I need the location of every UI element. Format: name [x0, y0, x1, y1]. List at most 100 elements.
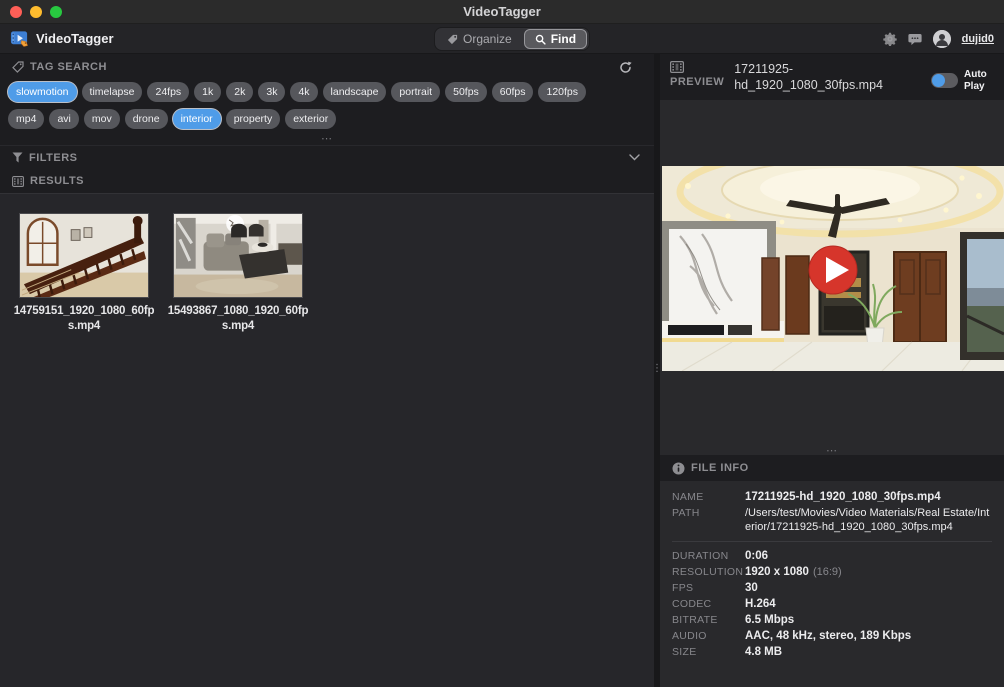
preview-filename: 17211925-hd_1920_1080_30fps.mp4 — [734, 61, 921, 100]
tag-icon — [12, 61, 24, 73]
tag-pill[interactable]: 60fps — [492, 82, 534, 102]
file-info-label: DURATION — [672, 549, 745, 564]
tag-pill[interactable]: 2k — [226, 82, 253, 102]
settings-gear-icon[interactable] — [883, 32, 897, 46]
file-info-row: BITRATE 6.5 Mbps — [672, 613, 994, 628]
organize-label: Organize — [463, 32, 512, 46]
tag-search-header: TAG SEARCH — [0, 54, 654, 80]
file-info-label: PATH — [672, 506, 745, 534]
find-tab[interactable]: Find — [524, 29, 587, 49]
file-info-value: 30 — [745, 581, 758, 596]
tag-pill[interactable]: exterior — [285, 109, 336, 129]
zoom-window-button[interactable] — [50, 6, 62, 18]
tag-pill[interactable]: avi — [49, 109, 78, 129]
tag-pill[interactable]: 120fps — [538, 82, 586, 102]
header-actions: dujid0 — [883, 24, 994, 54]
preview-title-block: PREVIEW — [670, 61, 724, 100]
tag-pill[interactable]: property — [226, 109, 281, 129]
tag-row-2: mp4avimovdroneinteriorpropertyexterior — [8, 109, 646, 129]
file-info-body: NAME 17211925-hd_1920_1080_30fps.mp4 PAT… — [660, 481, 1004, 687]
file-info-label: AUDIO — [672, 629, 745, 644]
app-window: VideoTagger VideoTagger Or — [0, 0, 1004, 687]
app-name: VideoTagger — [36, 31, 114, 46]
tag-pill[interactable]: drone — [125, 109, 168, 129]
autoplay-control: Auto Play — [931, 61, 994, 100]
app-logo-icon — [10, 29, 29, 48]
tag-pill[interactable]: mp4 — [8, 109, 44, 129]
file-info-title: FILE INFO — [691, 462, 749, 474]
file-info-header: FILE INFO — [660, 455, 1004, 481]
file-info-value: AAC, 48 kHz, stereo, 189 Kbps — [745, 629, 911, 644]
file-info-label: NAME — [672, 490, 745, 505]
file-info-value: H.264 — [745, 597, 776, 612]
left-panel: TAG SEARCH slowmotiontimelapse24fps1k2k3… — [0, 54, 654, 687]
preview-section-resize-handle[interactable]: ⋯ — [660, 448, 1004, 454]
result-filename: 14759151_1920_1080_60fps.mp4 — [12, 304, 156, 334]
refresh-icon[interactable] — [619, 61, 632, 74]
feedback-chat-icon[interactable] — [908, 33, 922, 46]
tag-pill[interactable]: 4k — [290, 82, 317, 102]
tag-icon — [447, 34, 458, 45]
title-bar: VideoTagger — [0, 0, 1004, 24]
autoplay-toggle[interactable] — [931, 73, 958, 88]
search-icon — [535, 34, 546, 45]
file-info-value: 0:06 — [745, 549, 768, 564]
chevron-down-icon[interactable] — [629, 154, 640, 161]
tag-pill[interactable]: interior — [173, 109, 221, 129]
file-info-extra: (16:9) — [813, 565, 842, 580]
app-brand: VideoTagger — [10, 29, 114, 48]
file-info-row: AUDIO AAC, 48 kHz, stereo, 189 Kbps — [672, 629, 994, 644]
file-info-label: BITRATE — [672, 613, 745, 628]
tag-pill[interactable]: portrait — [391, 82, 440, 102]
file-info-row: FPS 30 — [672, 581, 994, 596]
tag-cloud: slowmotiontimelapse24fps1k2k3k4k landscap… — [0, 80, 654, 145]
find-label: Find — [551, 32, 576, 46]
file-info-row: SIZE 4.8 MB — [672, 645, 994, 660]
file-info-divider — [672, 541, 992, 542]
minimize-window-button[interactable] — [30, 6, 42, 18]
view-switcher: Organize Find — [434, 27, 590, 51]
file-info-row: DURATION 0:06 — [672, 549, 994, 564]
filters-header[interactable]: FILTERS — [0, 145, 654, 169]
result-filename: 15493867_1080_1920_60fps.mp4 — [166, 304, 310, 334]
tag-pill[interactable]: slowmotion — [8, 82, 77, 102]
file-info-row: RESOLUTION 1920 x 1080 (16:9) — [672, 565, 994, 580]
tag-pill[interactable]: 1k — [194, 82, 221, 102]
result-item[interactable]: 15493867_1080_1920_60fps.mp4 — [166, 213, 310, 334]
file-info-label: FPS — [672, 581, 745, 596]
tag-pill[interactable]: 3k — [258, 82, 285, 102]
tag-pill[interactable]: timelapse — [82, 82, 143, 102]
film-frame-icon — [670, 61, 684, 73]
tag-pill[interactable]: landscape — [323, 82, 387, 102]
app-header: VideoTagger Organize Find — [0, 24, 1004, 54]
file-info-label: RESOLUTION — [672, 565, 745, 580]
video-preview-frame[interactable] — [662, 166, 1004, 371]
preview-title: PREVIEW — [670, 76, 724, 88]
right-panel: PREVIEW 17211925-hd_1920_1080_30fps.mp4 … — [660, 54, 1004, 687]
tag-pill[interactable]: 24fps — [147, 82, 189, 102]
file-info-value: /Users/test/Movies/Video Materials/Real … — [745, 506, 994, 534]
file-info-value: 4.8 MB — [745, 645, 782, 660]
filters-title: FILTERS — [29, 152, 78, 164]
result-item[interactable]: 14759151_1920_1080_60fps.mp4 — [12, 213, 156, 334]
user-avatar[interactable] — [933, 30, 951, 48]
video-thumbnail-livingroom[interactable] — [173, 213, 303, 298]
close-window-button[interactable] — [10, 6, 22, 18]
tag-search-title: TAG SEARCH — [30, 61, 107, 73]
preview-area: ⋯ — [660, 100, 1004, 455]
tag-section-resize-handle[interactable]: ⋯ — [8, 136, 646, 142]
video-thumbnail-staircase[interactable] — [19, 213, 149, 298]
results-header: RESULTS — [0, 169, 654, 193]
autoplay-label: Auto Play — [964, 69, 992, 93]
file-info-label: CODEC — [672, 597, 745, 612]
username-link[interactable]: dujid0 — [962, 33, 994, 45]
tag-pill[interactable]: 50fps — [445, 82, 487, 102]
preview-header: PREVIEW 17211925-hd_1920_1080_30fps.mp4 … — [660, 54, 1004, 100]
info-circle-icon — [672, 462, 685, 475]
tag-pill[interactable]: mov — [84, 109, 120, 129]
organize-tab[interactable]: Organize — [437, 30, 522, 48]
funnel-icon — [12, 152, 23, 163]
window-title: VideoTagger — [463, 4, 541, 19]
file-info-value: 17211925-hd_1920_1080_30fps.mp4 — [745, 490, 941, 505]
results-grid: 14759151_1920_1080_60fps.mp4 — [0, 193, 654, 687]
